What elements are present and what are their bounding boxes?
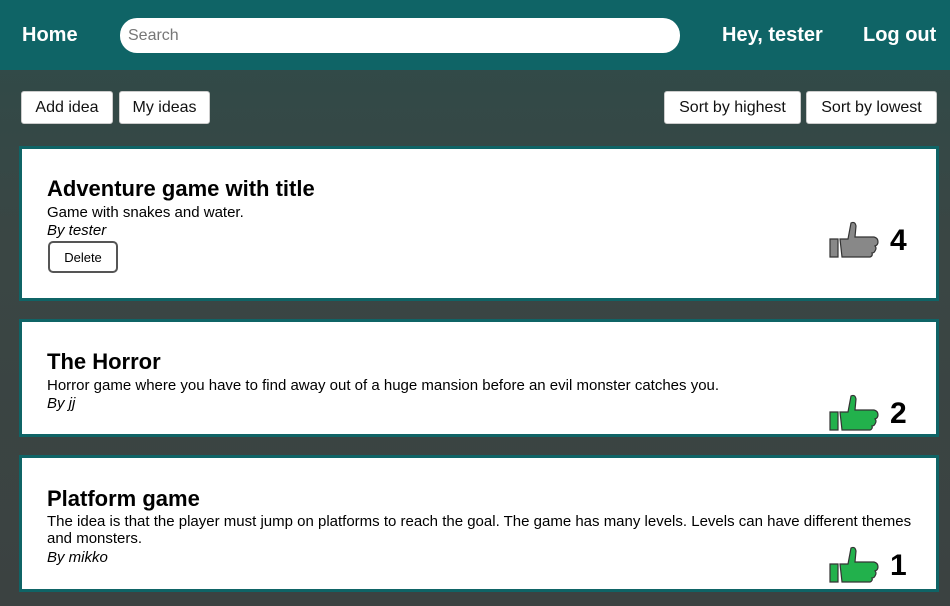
idea-author: By tester	[47, 222, 107, 239]
idea-card: Platform game The idea is that the playe…	[19, 455, 939, 592]
idea-title: Platform game	[47, 486, 200, 511]
thumbs-up-icon[interactable]	[828, 221, 880, 261]
add-idea-button[interactable]: Add idea	[21, 91, 113, 124]
idea-card: The Horror Horror game where you have to…	[19, 319, 939, 437]
idea-description: Game with snakes and water.	[47, 204, 244, 221]
thumbs-up-icon[interactable]	[828, 546, 880, 586]
top-navbar: Home Hey, tester Log out	[0, 0, 950, 70]
delete-button[interactable]: Delete	[48, 241, 118, 273]
vote-count: 4	[890, 224, 907, 257]
sort-highest-button[interactable]: Sort by highest	[664, 91, 801, 124]
vote-widget: 2	[828, 394, 912, 434]
vote-count: 1	[890, 549, 907, 582]
home-link[interactable]: Home	[22, 24, 78, 47]
user-greeting: Hey, tester	[722, 24, 823, 46]
idea-title: Adventure game with title	[47, 176, 315, 201]
idea-description: The idea is that the player must jump on…	[47, 513, 912, 547]
search-input[interactable]	[120, 18, 680, 53]
idea-author: By mikko	[47, 549, 108, 566]
vote-count: 2	[890, 397, 907, 430]
sort-lowest-button[interactable]: Sort by lowest	[806, 91, 937, 124]
vote-widget: 4	[828, 221, 912, 261]
idea-title: The Horror	[47, 349, 161, 374]
my-ideas-button[interactable]: My ideas	[119, 91, 210, 124]
idea-description: Horror game where you have to find away …	[47, 377, 720, 394]
thumbs-up-icon[interactable]	[828, 394, 880, 434]
idea-card: Adventure game with title Game with snak…	[19, 146, 939, 301]
logout-link[interactable]: Log out	[863, 24, 936, 47]
idea-author: By jj	[47, 395, 76, 412]
vote-widget: 1	[828, 546, 912, 586]
